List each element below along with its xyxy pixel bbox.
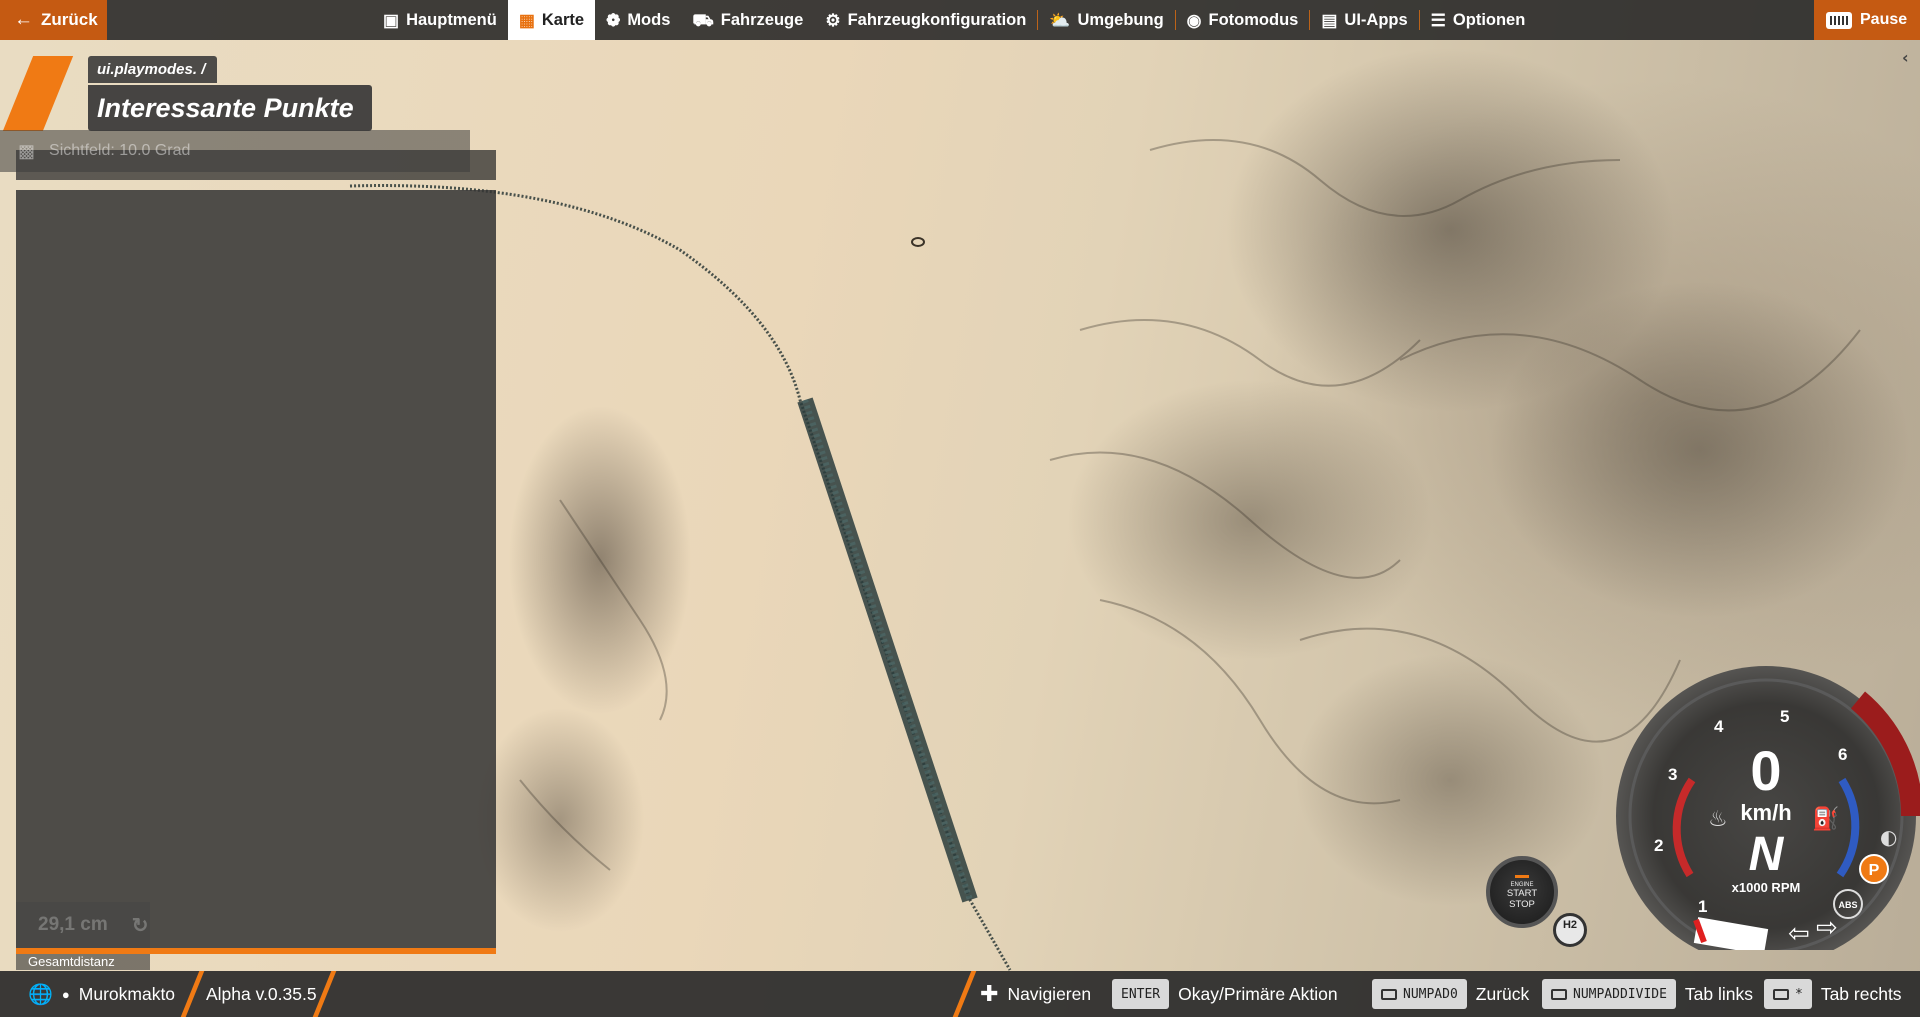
distance-value: 29,1 cm [38, 914, 108, 935]
version-text: Alpha v.0.35.5 [206, 971, 317, 1017]
back-button[interactable]: ← Zurück [0, 0, 107, 40]
hint-enter: ENTER Okay/Primäre Aktion [1112, 971, 1338, 1017]
key-multiply: * [1764, 979, 1812, 1009]
keyboard-icon [1551, 988, 1567, 1000]
chevron-left-icon[interactable]: ‹ [1902, 48, 1916, 70]
tab-optionen[interactable]: ☰ Optionen [1420, 0, 1537, 40]
hint-numpaddivide: NUMPADDIVIDE Tab links [1542, 971, 1753, 1017]
hint-label: Okay/Primäre Aktion [1178, 983, 1338, 1004]
weather-icon: ⛅ [1049, 10, 1071, 30]
tachometer-gauge: 1 2 3 4 5 6 0 km/h N x1000 RPM ♨ ⛽ ◐ P A… [1616, 666, 1920, 950]
tab-label: UI-Apps [1344, 10, 1408, 29]
puzzle-icon: ❁ [606, 10, 621, 30]
engine-start-stop-button[interactable]: ENGINE START STOP [1486, 856, 1558, 928]
user-name: Murokmakto [78, 983, 176, 1004]
steam-icon: ● [61, 986, 70, 1002]
distance-readout: 29,1 cm ↻ [16, 902, 150, 948]
tab-label: Fahrzeugkonfiguration [847, 10, 1027, 29]
sliders-icon: ☰ [1430, 10, 1446, 30]
tab-karte[interactable]: ▦ Karte [507, 0, 596, 40]
pause-button[interactable]: Pause [1814, 0, 1920, 40]
top-menu-bar: ← Zurück ▣ Hauptmenü ▦ Karte ❁ Mods ⛟ Fa… [0, 0, 1920, 40]
refresh-icon[interactable]: ↻ [132, 913, 149, 938]
distance-label: Gesamtdistanz [16, 954, 150, 970]
gear-indicator: N [1749, 828, 1785, 881]
key-numpaddivide: NUMPADDIVIDE [1542, 979, 1676, 1009]
user-info: 🌐 ● Murokmakto [28, 971, 175, 1017]
key-numpad0: NUMPAD0 [1372, 979, 1467, 1009]
field-of-view-indicator: ▩ Sichtfeld: 10.0 Grad [0, 130, 470, 172]
tab-fahrzeuge[interactable]: ⛟ Fahrzeuge [681, 0, 814, 40]
tab-label: Optionen [1452, 10, 1526, 29]
hint-multiply: * Tab rechts [1764, 971, 1902, 1017]
turn-left-icon: ⇦ [1788, 919, 1810, 949]
h2-fuel-badge: H2 [1553, 913, 1587, 947]
headlight-icon: ◐ [1880, 825, 1897, 849]
camera-icon: ◉ [1186, 10, 1202, 30]
turn-right-icon: ⇨ [1816, 913, 1838, 943]
map-icon: ▦ [518, 10, 535, 30]
navigate-hint: ✚ Navigieren [980, 971, 1091, 1017]
ui-apps-icon: ▤ [1321, 10, 1338, 30]
tab-fotomodus[interactable]: ◉ Fotomodus [1176, 0, 1310, 40]
pause-button-label: Pause [1860, 11, 1908, 28]
tab-ui-apps[interactable]: ▤ UI-Apps [1310, 0, 1418, 40]
globe-icon[interactable]: 🌐 [28, 982, 53, 1007]
tab-fahrzeugkonfiguration[interactable]: ⚙ Fahrzeugkonfiguration [814, 0, 1037, 40]
speed-value: 0 [1750, 739, 1781, 802]
rpm-tick: 4 [1714, 717, 1724, 736]
tab-umgebung[interactable]: ⛅ Umgebung [1038, 0, 1174, 40]
tab-label: Fotomodus [1208, 10, 1299, 29]
car-icon: ⛟ [692, 10, 714, 30]
fov-text: Sichtfeld: 10.0 Grad [49, 142, 191, 159]
speed-unit: km/h [1740, 800, 1791, 825]
tab-label: Karte [541, 10, 585, 29]
key-enter: ENTER [1112, 979, 1170, 1009]
home-star-icon: ▣ [383, 10, 400, 30]
abs-label: ABS [1838, 900, 1857, 910]
divider-slash [180, 971, 205, 1017]
coolant-temp-icon: ♨ [1708, 807, 1728, 832]
tab-label: Umgebung [1077, 10, 1164, 29]
tab-label: Hauptmenü [406, 10, 497, 29]
engine-button-label: START STOP [1506, 887, 1538, 910]
rpm-tick: 5 [1780, 707, 1789, 726]
rpm-tick: 3 [1668, 765, 1677, 784]
main-tabs: ▣ Hauptmenü ▦ Karte ❁ Mods ⛟ Fahrzeuge ⚙… [372, 0, 1536, 40]
fuel-pump-icon: ⛽ [1812, 806, 1839, 832]
breadcrumb[interactable]: ui.playmodes. / [88, 56, 218, 83]
hint-numpad0: NUMPAD0 Zurück [1372, 971, 1529, 1017]
camera-icon: ▩ [18, 140, 36, 161]
hint-label: Tab rechts [1820, 983, 1902, 1004]
rpm-tick: 2 [1654, 836, 1663, 855]
bottom-status-bar: 🌐 ● Murokmakto Alpha v.0.35.5 ✚ Navigier… [0, 971, 1920, 1017]
poi-list-panel[interactable] [16, 190, 496, 950]
arrow-left-icon: ← [14, 9, 33, 30]
keyboard-icon [1381, 988, 1397, 1000]
hint-label: Zurück [1475, 983, 1530, 1004]
divider-slash [952, 971, 977, 1017]
back-button-label: Zurück [41, 10, 98, 29]
engine-icon: ⚙ [825, 10, 841, 30]
tab-mods[interactable]: ❁ Mods [595, 0, 681, 40]
keyboard-icon [1826, 11, 1852, 29]
tab-label: Fahrzeuge [720, 10, 804, 29]
tab-label: Mods [627, 10, 671, 29]
rpm-unit: x1000 RPM [1732, 880, 1801, 895]
keyboard-icon [1773, 988, 1789, 1000]
rpm-tick: 1 [1698, 897, 1707, 916]
rpm-tick: 6 [1838, 745, 1847, 764]
dpad-icon: ✚ [980, 981, 999, 1006]
tab-hauptmenue[interactable]: ▣ Hauptmenü [372, 0, 508, 40]
engine-indicator-led [1515, 874, 1529, 878]
page-title: Interessante Punkte [88, 85, 372, 131]
hint-label: Tab links [1684, 983, 1754, 1004]
park-label: P [1869, 862, 1880, 879]
navigate-label: Navigieren [1007, 983, 1092, 1004]
version-label: Alpha v.0.35.5 [206, 983, 317, 1004]
